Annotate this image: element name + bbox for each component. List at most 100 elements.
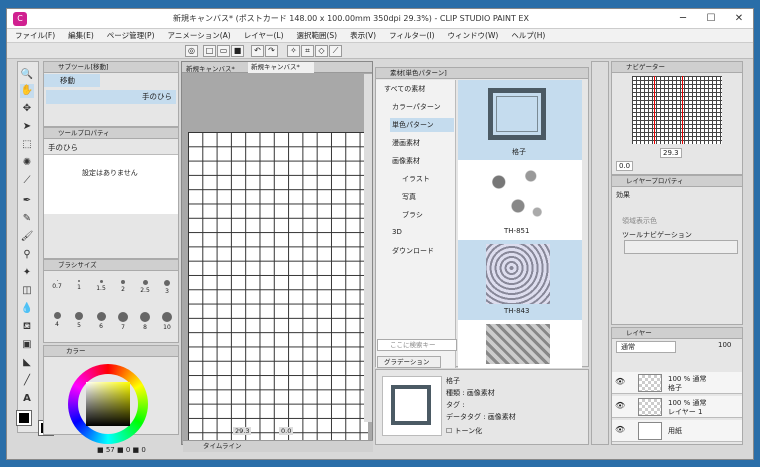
maximize-button[interactable]: ☐ [697,13,725,24]
layer-opacity[interactable]: 100 [718,341,731,349]
main-color-swatch[interactable] [16,410,32,426]
text-icon[interactable]: A [20,392,34,406]
hand-icon[interactable]: ✋ [20,84,34,98]
undo-icon[interactable]: ↶ [251,45,264,57]
material-search-input[interactable]: ここに検索キー [377,339,457,351]
save-icon[interactable]: ■ [231,45,244,57]
menu-view[interactable]: 表示(V) [350,30,376,41]
transform-icon[interactable]: ⌗ [301,45,314,57]
tree-item[interactable]: 写真 [400,190,454,204]
canvas-scrollbar[interactable] [364,74,372,422]
navigator-angle[interactable]: 0.0 [616,161,634,171]
fill-bucket-icon[interactable]: ⛾ [20,320,34,334]
menu-help[interactable]: ヘルプ(H) [511,30,545,41]
brush-size-cell[interactable]: 0.7 [46,274,68,304]
gradient-icon[interactable]: ▣ [20,338,34,352]
material-item-1[interactable]: 格子 [458,80,582,160]
brush-size-cell[interactable]: 3 [156,274,178,304]
brush-size-cell[interactable]: 8 [134,306,156,336]
canvas-zoom-value[interactable]: 29.3 [233,427,252,435]
menu-window[interactable]: ウィンドウ(W) [448,30,499,41]
menu-animation[interactable]: アニメーション(A) [168,30,231,41]
pen-icon[interactable]: ✒ [20,194,34,208]
selection-icon[interactable]: ⬚ [20,138,34,152]
menu-file[interactable]: ファイル(F) [15,30,55,41]
brush-size-cell[interactable]: 2.5 [134,274,156,304]
eye-icon[interactable]: 👁 [615,377,625,386]
brush-size-label: 1 [77,284,81,291]
clear-icon[interactable]: ✧ [287,45,300,57]
brush-size-cell[interactable]: 10 [156,306,178,336]
decoration-icon[interactable]: ✦ [20,266,34,280]
new-icon[interactable]: □ [203,45,216,57]
tree-item[interactable]: 3D [390,226,454,238]
blend-mode-select[interactable]: 通常 [616,341,676,353]
auto-select-icon[interactable]: ✺ [20,156,34,170]
redo-icon[interactable]: ↷ [265,45,278,57]
brush-size-cell[interactable]: 7 [112,306,134,336]
menu-layer[interactable]: レイヤー(L) [244,30,284,41]
eyedropper-icon[interactable]: ⟋ [20,174,34,188]
eraser-icon[interactable]: ◫ [20,284,34,298]
brush-dot-icon [162,312,172,322]
timeline-tab[interactable]: タイムライン [183,440,373,452]
material-item-2[interactable]: TH-851 [458,160,582,240]
subtool-tab-move[interactable]: 移動 [44,74,100,87]
tree-item[interactable]: ダウンロード [390,244,454,258]
subtool-item-hand[interactable]: 手のひら [46,90,176,104]
figure-icon[interactable]: ◣ [20,356,34,370]
clip-studio-icon[interactable]: ◎ [185,45,198,57]
material-item-3[interactable]: TH-843 [458,240,582,320]
brush-size-cell[interactable]: 1 [68,274,90,304]
zoom-icon[interactable]: 🔍 [20,68,34,82]
minimize-button[interactable]: ─ [669,13,697,24]
airbrush-icon[interactable]: ⚲ [20,248,34,262]
operation-icon[interactable]: ➤ [20,120,34,134]
line-icon[interactable]: ╱ [20,374,34,388]
gradation-dropdown[interactable]: グラデーション [377,356,441,368]
brush-size-cell[interactable]: 1.5 [90,274,112,304]
canvas-paper[interactable] [188,132,368,442]
layer-row[interactable]: 👁 100 % 通常 レイヤー 1 [612,396,742,418]
brush-size-cell[interactable]: 4 [46,306,68,336]
tree-item[interactable]: すべての素材 [382,82,454,96]
pencil-icon[interactable]: ✎ [20,212,34,226]
material-item-4[interactable] [458,320,582,366]
ruler-icon[interactable]: ⟋ [329,45,342,57]
brush-icon[interactable]: 🖌 [20,230,34,244]
canvas-angle-value[interactable]: 0.0 [279,427,294,435]
canvas-tab-2[interactable]: 新規キャンバス* [248,62,314,73]
tree-item[interactable]: カラーパターン [390,100,454,114]
brush-dot-icon [121,280,125,284]
open-icon[interactable]: ▭ [217,45,230,57]
navigator-zoom[interactable]: 29.3 [660,148,682,158]
brush-size-cell[interactable]: 5 [68,306,90,336]
eye-icon[interactable]: 👁 [615,401,625,410]
canvas-tab-1[interactable]: 新規キャンバス* [186,63,235,73]
tree-item[interactable]: 漫画素材 [390,136,454,150]
menu-bar: ファイル(F) 編集(E) ページ管理(P) アニメーション(A) レイヤー(L… [7,29,753,43]
blend-icon[interactable]: 💧 [20,302,34,316]
navigator-preview[interactable] [632,76,722,144]
tree-item[interactable]: イラスト [400,172,454,186]
menu-page[interactable]: ページ管理(P) [107,30,155,41]
fill-icon[interactable]: ◇ [315,45,328,57]
brush-dot-icon [78,280,80,282]
color-square[interactable] [86,382,130,426]
menu-edit[interactable]: 編集(E) [68,30,94,41]
close-button[interactable]: ✕ [725,13,753,24]
brush-size-cell[interactable]: 6 [90,306,112,336]
brush-size-cell[interactable]: 2 [112,274,134,304]
tool-navigation-button[interactable] [624,240,738,254]
tree-item[interactable]: ブラシ [400,208,454,222]
tone-checkbox[interactable]: ☐ トーン化 [446,426,482,436]
menu-selection[interactable]: 選択範囲(S) [297,30,338,41]
tree-item[interactable]: 画像素材 [390,154,454,168]
layer-row[interactable]: 👁 用紙 [612,420,742,442]
color-panel: カラー [43,345,179,444]
tree-item[interactable]: 単色パターン [390,118,454,132]
eye-icon[interactable]: 👁 [615,425,625,434]
layer-row[interactable]: 👁 100 % 通常 格子 [612,372,742,394]
move-icon[interactable]: ✥ [20,102,34,116]
menu-filter[interactable]: フィルター(I) [389,30,434,41]
